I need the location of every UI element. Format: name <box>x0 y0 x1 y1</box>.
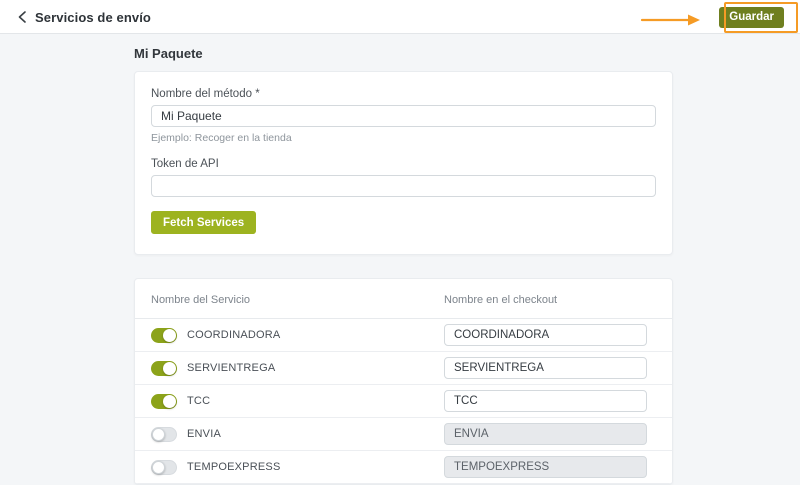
service-row: TCC <box>135 385 672 418</box>
checkout-name-input[interactable] <box>444 357 647 379</box>
back-link[interactable]: Servicios de envío <box>18 0 151 34</box>
fetch-services-button[interactable]: Fetch Services <box>151 211 256 234</box>
service-row-left-cell: TCC <box>151 394 444 409</box>
services-table-body: COORDINADORA SERVIENTREGA TCC ENVIA TEMP… <box>135 319 672 484</box>
service-row: SERVIENTREGA <box>135 352 672 385</box>
save-button[interactable]: Guardar <box>719 7 784 28</box>
service-toggle[interactable] <box>151 427 177 442</box>
method-name-input[interactable] <box>151 105 656 127</box>
service-row-left-cell: SERVIENTREGA <box>151 361 444 376</box>
toggle-knob <box>163 395 176 408</box>
checkout-name-input <box>444 423 647 445</box>
checkout-name-input[interactable] <box>444 324 647 346</box>
service-name-label: ENVIA <box>187 428 221 440</box>
checkout-name-input[interactable] <box>444 390 647 412</box>
service-row-left-cell: ENVIA <box>151 427 444 442</box>
toggle-knob <box>152 461 165 474</box>
back-chevron-icon <box>18 11 26 23</box>
service-row: COORDINADORA <box>135 319 672 352</box>
method-name-helper: Ejemplo: Recoger en la tienda <box>151 132 656 144</box>
service-row: TEMPOEXPRESS <box>135 451 672 484</box>
api-token-label: Token de API <box>151 158 656 170</box>
service-toggle[interactable] <box>151 361 177 376</box>
service-toggle[interactable] <box>151 460 177 475</box>
toggle-knob <box>152 428 165 441</box>
service-name-label: SERVIENTREGA <box>187 362 275 374</box>
section-title: Mi Paquete <box>134 45 673 63</box>
column-header-service-name: Nombre del Servicio <box>151 294 444 306</box>
service-name-label: TEMPOEXPRESS <box>187 461 280 473</box>
method-settings-card: Nombre del método * Ejemplo: Recoger en … <box>134 71 673 255</box>
api-token-input[interactable] <box>151 175 656 197</box>
toggle-knob <box>163 329 176 342</box>
service-row: ENVIA <box>135 418 672 451</box>
annotation-arrow-icon <box>640 12 702 28</box>
toggle-knob <box>163 362 176 375</box>
method-name-label: Nombre del método * <box>151 88 656 100</box>
checkout-name-input <box>444 456 647 478</box>
column-header-checkout-name: Nombre en el checkout <box>444 294 656 306</box>
service-row-left-cell: COORDINADORA <box>151 328 444 343</box>
service-toggle[interactable] <box>151 394 177 409</box>
services-table-header: Nombre del Servicio Nombre en el checkou… <box>135 279 672 319</box>
main-content: Mi Paquete Nombre del método * Ejemplo: … <box>134 45 673 485</box>
page-title: Servicios de envío <box>35 10 151 25</box>
service-row-left-cell: TEMPOEXPRESS <box>151 460 444 475</box>
service-name-label: COORDINADORA <box>187 329 280 341</box>
services-table-card: Nombre del Servicio Nombre en el checkou… <box>134 278 673 485</box>
page-header: Servicios de envío Guardar <box>0 0 800 34</box>
service-name-label: TCC <box>187 395 210 407</box>
service-toggle[interactable] <box>151 328 177 343</box>
